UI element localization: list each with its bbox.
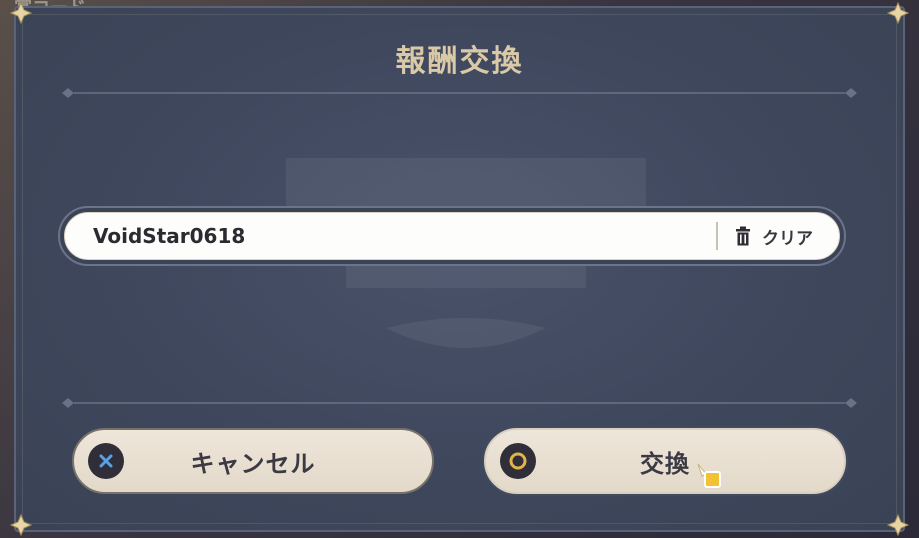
- ornament-divider: [60, 396, 859, 410]
- pointer-cursor-icon: [696, 462, 724, 490]
- confirm-button-label: 交換: [640, 449, 690, 478]
- code-input-box: クリア: [64, 212, 840, 260]
- clear-button-label: クリア: [762, 228, 813, 249]
- redeem-confirm-button[interactable]: 交換: [484, 428, 846, 494]
- trash-icon: [736, 226, 750, 246]
- corner-ornament-icon: [887, 2, 909, 24]
- corner-ornament-icon: [10, 2, 32, 24]
- corner-ornament-icon: [887, 514, 909, 536]
- clear-button[interactable]: クリア: [734, 224, 813, 249]
- redeem-code-input[interactable]: [91, 223, 716, 249]
- input-separator: [716, 222, 718, 250]
- corner-ornament-icon: [10, 514, 32, 536]
- dialog-title: 報酬交換: [395, 44, 524, 79]
- cancel-button[interactable]: キャンセル: [72, 428, 434, 494]
- ornament-divider: [60, 86, 859, 100]
- code-input-frame: クリア: [58, 206, 846, 266]
- cancel-button-label: キャンセル: [190, 449, 316, 478]
